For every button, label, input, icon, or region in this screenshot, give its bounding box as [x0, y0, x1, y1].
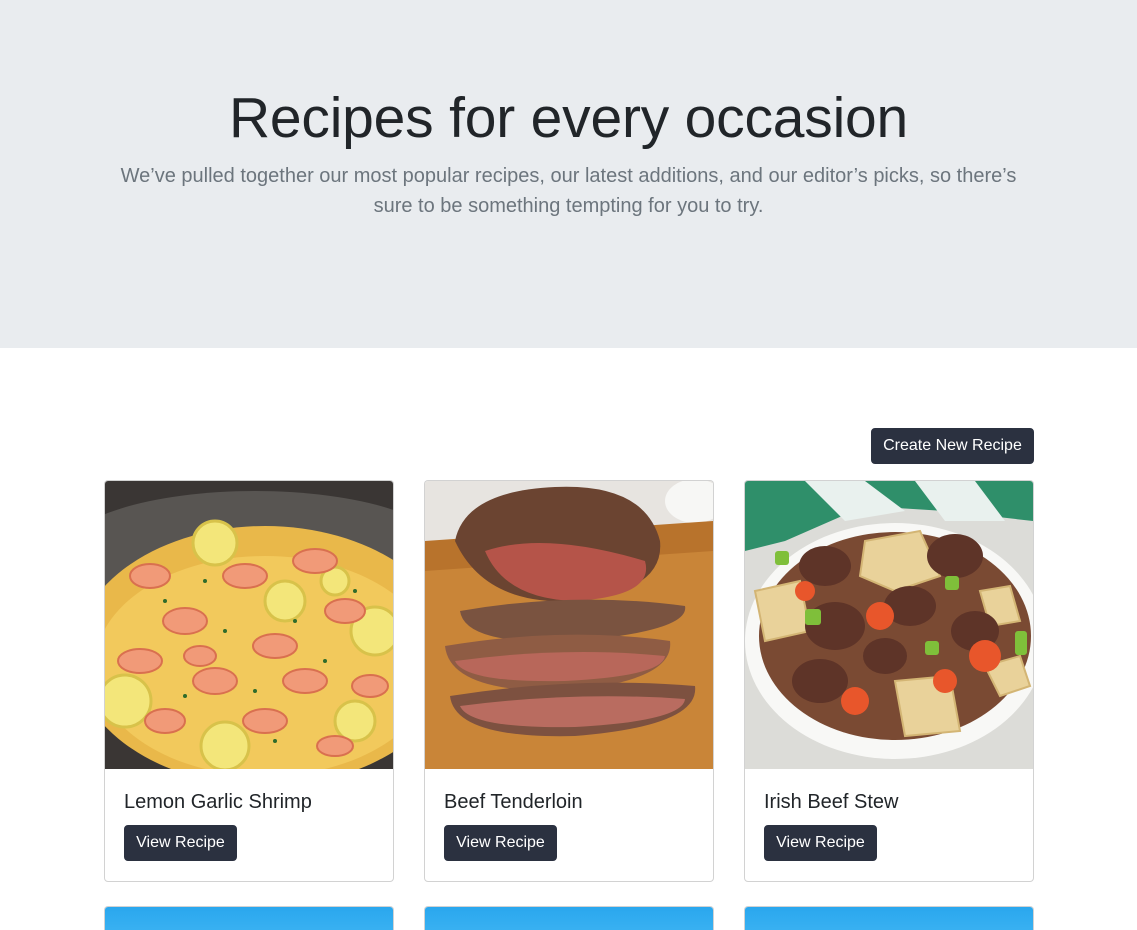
recipe-image[interactable] [425, 907, 713, 930]
recipe-title: Lemon Garlic Shrimp [124, 791, 312, 813]
create-new-recipe-button[interactable]: Create New Recipe [871, 428, 1034, 464]
hero-banner: Recipes for every occasion We’ve pulled … [0, 0, 1137, 348]
recipe-card [104, 906, 394, 930]
view-recipe-button[interactable]: View Recipe [124, 825, 237, 861]
hero-lead-text: We’ve pulled together our most popular r… [120, 165, 1017, 217]
recipe-image-lemon-garlic-shrimp[interactable] [105, 481, 393, 769]
recipe-image[interactable] [745, 907, 1033, 930]
recipe-title: Beef Tenderloin [444, 791, 583, 813]
recipe-card: Irish Beef Stew View Recipe [744, 480, 1034, 882]
recipe-title: Irish Beef Stew [764, 791, 899, 813]
page-title: Recipes for every occasion [228, 86, 909, 150]
view-recipe-button[interactable]: View Recipe [764, 825, 877, 861]
recipe-card [424, 906, 714, 930]
recipe-image-beef-tenderloin[interactable] [425, 481, 713, 769]
recipe-card [744, 906, 1034, 930]
recipe-card: Lemon Garlic Shrimp View Recipe [104, 480, 394, 882]
recipe-card: Beef Tenderloin View Recipe [424, 480, 714, 882]
view-recipe-button[interactable]: View Recipe [444, 825, 557, 861]
recipe-image[interactable] [105, 907, 393, 930]
recipe-image-irish-beef-stew[interactable] [745, 481, 1033, 769]
